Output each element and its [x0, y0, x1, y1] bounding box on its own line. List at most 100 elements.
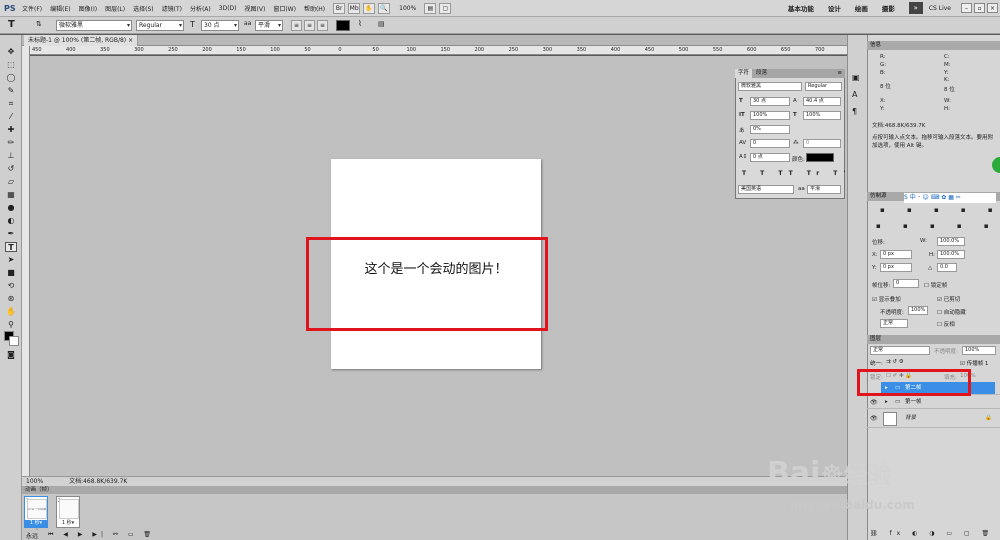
font-family-select[interactable]: 微软雅黑 — [56, 20, 132, 31]
shape-tool-icon[interactable]: ■ — [5, 268, 17, 278]
layer-row-background[interactable]: 👁 背景 🔒 — [867, 410, 1000, 428]
type-tool-icon[interactable]: T — [8, 19, 15, 30]
animation-frame-1[interactable]: 1 这个是一个会动的图片 1 秒▾ — [24, 496, 48, 531]
zoom-tool-icon[interactable]: 🔍 — [378, 2, 391, 14]
dock-icon-paragraph[interactable]: ¶ — [852, 107, 857, 116]
dodge-tool-icon[interactable]: ◐ — [5, 216, 17, 226]
warp-text-icon[interactable]: ⌇ — [358, 19, 362, 28]
clone-invert-checkbox[interactable]: ☐ 反相 — [937, 320, 955, 328]
char-kerning[interactable]: 0 — [750, 139, 790, 148]
document-tab[interactable]: 未标题-1 @ 100% (第二帧, RGB/8) × — [24, 35, 139, 46]
menu-select[interactable]: 选择(S) — [133, 4, 154, 13]
tab-paragraph[interactable]: 段落 — [753, 69, 770, 78]
menu-image[interactable]: 图像(I) — [79, 4, 97, 13]
menu-help[interactable]: 帮助(H) — [304, 4, 325, 13]
clone-lock-frame-checkbox[interactable]: ☐ 锁定帧 — [924, 281, 947, 289]
quick-select-tool-icon[interactable]: ✎ — [5, 86, 17, 96]
visibility-eye-icon[interactable]: 👁 — [870, 399, 878, 406]
cs-live-button[interactable]: CS Live — [929, 5, 951, 12]
menu-analysis[interactable]: 分析(A) — [190, 4, 211, 13]
animation-frame-2[interactable]: 2 1 秒▾ — [56, 496, 80, 528]
char-font-style[interactable]: Regular — [805, 82, 842, 91]
blur-tool-icon[interactable]: ● — [5, 203, 17, 213]
eraser-tool-icon[interactable]: ▱ — [5, 177, 17, 187]
minimize-button[interactable]: – — [961, 3, 972, 13]
move-tool-icon[interactable]: ✥ — [5, 47, 17, 57]
screen-mode-icon[interactable]: ▢ — [439, 2, 452, 14]
clone-auto-hide-checkbox[interactable]: ☐ 自动隐藏 — [937, 308, 966, 316]
char-horizontal-scale[interactable]: 100% — [803, 111, 841, 120]
visibility-eye-icon[interactable]: 👁 — [870, 415, 878, 422]
char-tracking[interactable]: 0% — [750, 125, 790, 134]
align-right-button[interactable]: ≡ — [317, 20, 328, 31]
layer-name[interactable]: 背景 — [905, 412, 916, 425]
clone-clipped-checkbox[interactable]: ☑ 已剪切 — [937, 295, 960, 303]
layers-footer-buttons[interactable]: ⛓ fx ◐ ◑ ▭ ▢ 🗑 — [870, 530, 994, 537]
lasso-tool-icon[interactable]: ◯ — [5, 73, 17, 83]
menu-edit[interactable]: 编辑(E) — [50, 4, 70, 13]
clone-opacity-input[interactable]: 100% — [908, 306, 928, 315]
clone-frame-offset-input[interactable]: 0 — [893, 279, 919, 288]
zoom-tool-icon-2[interactable]: ⚲ — [5, 320, 17, 330]
close-button[interactable]: × — [987, 3, 998, 13]
path-selection-tool-icon[interactable]: ➤ — [5, 255, 17, 265]
menu-filter[interactable]: 滤镜(T) — [162, 4, 182, 13]
tab-character[interactable]: 字符 — [735, 69, 753, 78]
text-color-swatch[interactable] — [336, 20, 350, 31]
toggle-panels-icon[interactable]: ▤ — [378, 20, 385, 28]
char-kerning-auto[interactable]: 0 — [803, 139, 841, 148]
quick-mask-icon[interactable]: ◙ — [5, 350, 17, 360]
char-baseline[interactable]: 0 点 — [750, 153, 790, 162]
align-center-button[interactable]: ≡ — [304, 20, 315, 31]
gradient-tool-icon[interactable]: ▦ — [5, 190, 17, 200]
workspace-painting[interactable]: 绘画 — [855, 3, 868, 13]
panel-menu-icon[interactable]: ≡ — [834, 69, 845, 78]
menu-3d[interactable]: 3D(D) — [219, 5, 237, 12]
menu-window[interactable]: 窗口(W) — [273, 4, 296, 13]
frame-delay[interactable]: 1 秒▾ — [57, 520, 79, 527]
marquee-tool-icon[interactable]: ⬚ — [5, 60, 17, 70]
layer-row-frame1[interactable]: 👁 ▸ ▭ 第一帧 — [867, 396, 1000, 409]
brush-tool-icon[interactable]: ✏ — [5, 138, 17, 148]
char-vertical-scale[interactable]: 100% — [750, 111, 790, 120]
eyedropper-tool-icon[interactable]: ⁄ — [5, 112, 17, 122]
minibridge-icon[interactable]: Mb — [348, 2, 361, 14]
dock-icon-character[interactable]: A — [852, 90, 857, 99]
clone-x-input[interactable]: 0 px — [880, 250, 912, 259]
clone-source-buttons-2[interactable]: ▪ ▪ ▪ ▪ ▪ — [876, 222, 999, 230]
layer-blend-mode-select[interactable]: 正常 — [870, 346, 930, 355]
propagate-frame-checkbox[interactable]: ☑ 传播帧 1 — [960, 359, 988, 367]
clone-angle-input[interactable]: 0.0 — [937, 263, 957, 272]
clone-show-overlay-checkbox[interactable]: ☑ 显示叠加 — [872, 295, 901, 303]
align-left-button[interactable]: ≡ — [291, 20, 302, 31]
clone-source-buttons[interactable]: ▪ ▪ ▪ ▪ ▪ — [880, 206, 1000, 214]
healing-tool-icon[interactable]: ✚ — [5, 125, 17, 135]
3d-rotate-tool-icon[interactable]: ⟲ — [5, 281, 17, 291]
workspace-essentials[interactable]: 基本功能 — [788, 3, 814, 13]
clone-stamp-tool-icon[interactable]: ⊥ — [5, 151, 17, 161]
bridge-icon[interactable]: Br — [333, 2, 346, 14]
antialias-select[interactable]: 平滑 — [255, 20, 283, 31]
char-antialias[interactable]: 平滑 — [807, 185, 841, 194]
group-expand-arrow-icon[interactable]: ▸ — [885, 396, 888, 409]
char-font-family[interactable]: 微软雅黑 — [738, 82, 802, 91]
menu-file[interactable]: 文件(F) — [22, 4, 42, 13]
dock-icon-history[interactable]: ▣ — [852, 73, 860, 82]
font-style-select[interactable]: Regular — [136, 20, 184, 31]
layer-name[interactable]: 第一帧 — [905, 396, 922, 409]
menu-layer[interactable]: 图层(L) — [105, 4, 125, 13]
hand-icon[interactable]: ✋ — [363, 2, 376, 14]
arrange-documents-icon[interactable]: ▤ — [424, 2, 437, 14]
char-color-swatch[interactable] — [806, 153, 834, 162]
status-zoom[interactable]: 100% — [26, 478, 43, 485]
loop-option[interactable]: 永远 — [26, 531, 38, 540]
clone-blend-select[interactable]: 正常 — [880, 319, 908, 328]
crop-tool-icon[interactable]: ⌗ — [5, 99, 17, 109]
layer-opacity-input[interactable]: 100% — [962, 346, 996, 355]
clone-y-input[interactable]: 0 px — [880, 263, 912, 272]
clone-w-input[interactable]: 100.0% — [937, 237, 965, 246]
input-method-toolbar[interactable]: S 中 ･ ☺ ⌨ ✿ ▦ ✂ — [904, 193, 996, 203]
frame-delay[interactable]: 1 秒▾ — [25, 520, 47, 527]
3d-orbit-tool-icon[interactable]: ⊛ — [5, 294, 17, 304]
more-workspaces-button[interactable]: » — [908, 2, 923, 14]
